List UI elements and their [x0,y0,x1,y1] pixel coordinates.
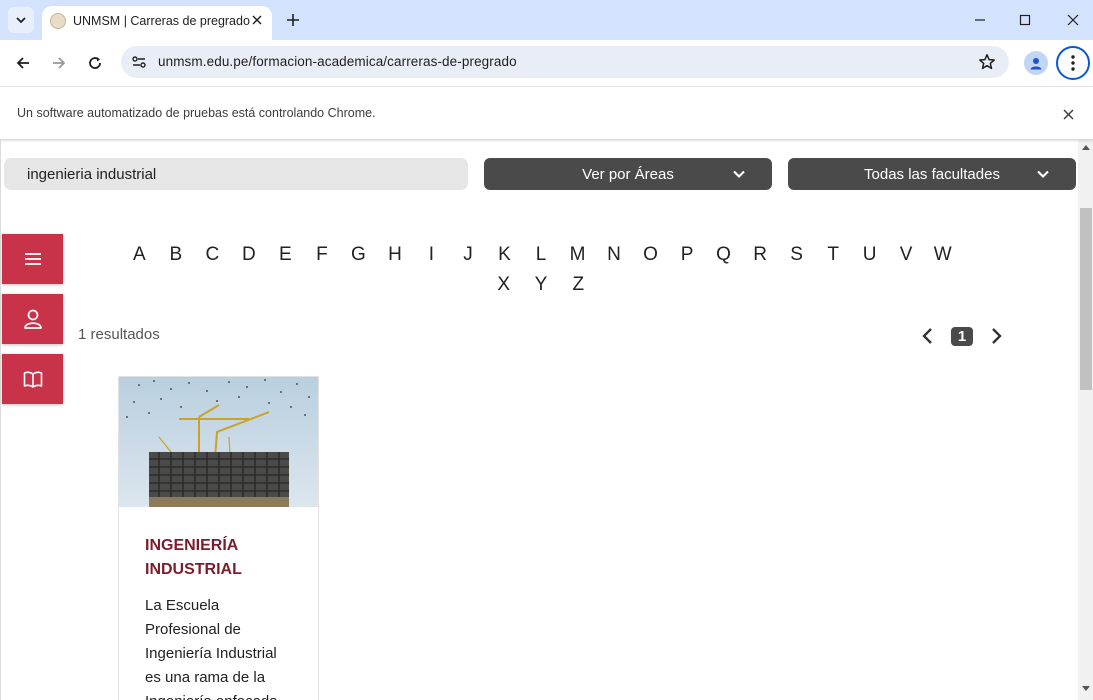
card-description: La Escuela Profesional de Ingeniería Ind… [145,597,278,700]
letter-filter-a[interactable]: A [121,240,158,270]
tab-title: UNMSM | Carreras de pregrado [73,14,250,28]
page-scrollbar[interactable] [1078,140,1093,700]
scroll-up-arrow-icon[interactable] [1082,144,1090,150]
book-icon [23,371,42,388]
letter-filter-m[interactable]: M [559,240,596,270]
letter-filter-q[interactable]: Q [705,240,742,270]
tab-strip: UNMSM | Carreras de pregrado [0,0,1093,40]
card-title[interactable]: INGENIERÍA INDUSTRIAL [145,534,305,582]
faculties-select[interactable]: Todas las facultades [788,158,1076,190]
infobar-close-button[interactable] [1058,104,1078,124]
hamburger-menu-icon [24,253,41,265]
chevron-down-icon [1037,170,1049,179]
browser-toolbar: unmsm.edu.pe/formacion-academica/carrera… [0,40,1093,86]
url-text: unmsm.edu.pe/formacion-academica/carrera… [158,54,517,69]
chevron-left-icon [922,328,932,344]
results-count: 1 resultados [78,326,160,343]
side-user-button[interactable] [2,294,63,344]
letter-filter-g[interactable]: G [340,240,377,270]
letter-filter-d[interactable]: D [231,240,268,270]
tab-search-button[interactable] [8,7,34,33]
scroll-down-arrow-icon[interactable] [1082,686,1090,692]
chevron-down-icon [733,170,745,179]
back-button[interactable] [10,50,36,76]
letter-filter-p[interactable]: P [669,240,706,270]
infobar-message: Un software automatizado de pruebas está… [17,106,376,120]
areas-select[interactable]: Ver por Áreas [484,158,772,190]
letter-filter-r[interactable]: R [742,240,779,270]
maximize-icon [1019,14,1031,26]
letter-filter-z[interactable]: Z [560,270,597,300]
letter-filter-b[interactable]: B [158,240,195,270]
scrollbar-thumb[interactable] [1080,208,1092,390]
address-bar[interactable]: unmsm.edu.pe/formacion-academica/carrera… [121,46,1009,78]
profile-avatar-icon[interactable] [1024,51,1048,75]
letter-filter-n[interactable]: N [596,240,633,270]
letter-filter-y[interactable]: Y [522,270,559,300]
plus-icon [287,14,299,26]
alphabet-row: ABCDEFGHIJKLMNOPQRSTUVW [121,240,961,270]
reload-icon [89,57,101,69]
pagination-next-button[interactable] [987,326,1007,346]
arrow-left-icon [16,57,29,69]
letter-filter-l[interactable]: L [523,240,560,270]
areas-select-label: Ver por Áreas [582,165,674,183]
chevron-right-icon [992,328,1002,344]
pagination-prev-button[interactable] [917,326,937,346]
new-tab-button[interactable] [283,10,303,30]
maximize-button[interactable] [1013,8,1037,32]
close-window-button[interactable] [1061,8,1085,32]
more-vert-icon [1071,55,1075,71]
construction-crane-image [119,377,318,507]
letter-filter-f[interactable]: F [304,240,341,270]
letter-filter-v[interactable]: V [888,240,925,270]
browser-menu-button[interactable] [1056,46,1090,80]
faculties-select-label: Todas las facultades [864,165,1000,183]
minimize-icon [975,19,985,21]
tab-close-button[interactable] [248,11,266,29]
close-icon [252,15,262,25]
active-tab[interactable]: UNMSM | Carreras de pregrado [42,6,272,40]
close-icon [1062,108,1074,120]
letter-filter-x[interactable]: X [485,270,522,300]
letter-filter-c[interactable]: C [194,240,231,270]
search-input[interactable] [4,158,468,190]
letter-filter-h[interactable]: H [377,240,414,270]
pagination-current-page[interactable]: 1 [951,327,973,346]
letter-filter-k[interactable]: K [486,240,523,270]
letter-filter-e[interactable]: E [267,240,304,270]
minimize-button[interactable] [968,8,992,32]
letter-filter-j[interactable]: J [450,240,487,270]
automation-infobar: Un software automatizado de pruebas está… [0,86,1093,140]
bookmark-star-icon[interactable] [978,53,996,76]
side-menu-button[interactable] [2,234,63,284]
letter-filter-u[interactable]: U [851,240,888,270]
alphabet-row: XYZ [121,270,961,300]
forward-button[interactable] [46,50,72,76]
alphabet-filter: ABCDEFGHIJKLMNOPQRSTUVW XYZ [121,240,961,300]
letter-filter-i[interactable]: I [413,240,450,270]
user-icon [23,309,42,329]
letter-filter-s[interactable]: S [778,240,815,270]
page-viewport: Ver por Áreas Todas las facultades ABCDE… [0,140,1093,700]
career-card[interactable]: INGENIERÍA INDUSTRIAL La Escuela Profesi… [118,376,319,700]
reload-button[interactable] [82,50,108,76]
letter-filter-o[interactable]: O [632,240,669,270]
arrow-right-icon [53,57,66,69]
side-book-button[interactable] [2,354,63,404]
letter-filter-w[interactable]: W [924,240,961,270]
site-info-icon[interactable] [131,54,147,75]
letter-filter-t[interactable]: T [815,240,852,270]
unmsm-favicon-icon [50,13,66,29]
close-icon [1067,14,1079,26]
chevron-down-icon [16,17,26,24]
